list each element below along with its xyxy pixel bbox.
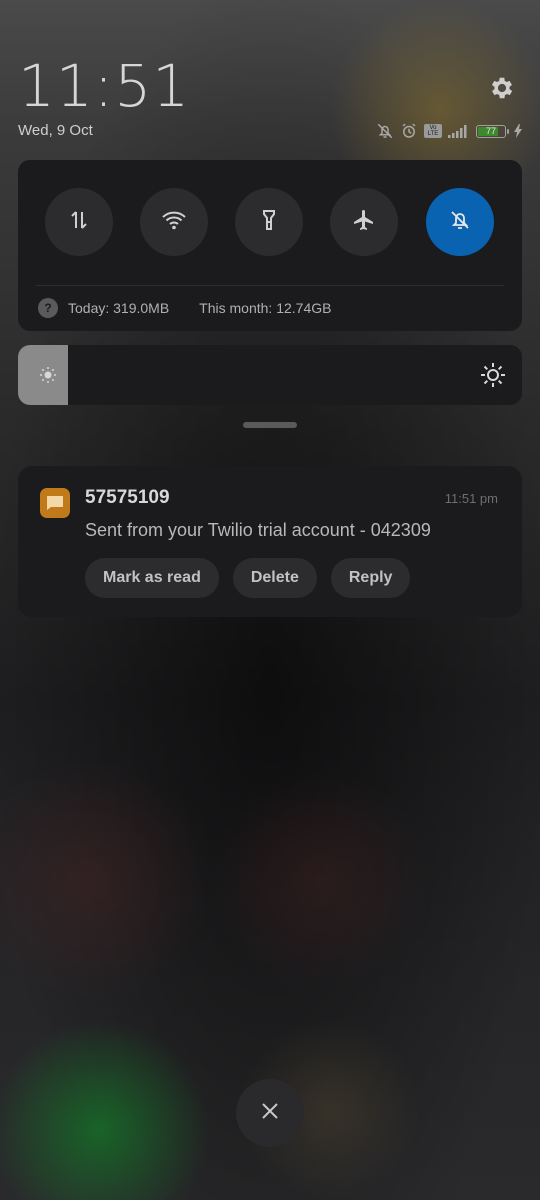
wifi-toggle[interactable] — [140, 188, 208, 256]
charging-icon — [514, 124, 522, 138]
flashlight-icon — [257, 208, 281, 237]
data-today: Today: 319.0MB — [68, 300, 170, 316]
data-usage[interactable]: ? Today: 319.0MB This month: 12.74GB — [38, 298, 331, 318]
gear-icon[interactable] — [488, 74, 516, 102]
drag-handle[interactable] — [243, 422, 297, 428]
flashlight-toggle[interactable] — [235, 188, 303, 256]
bell-off-icon — [376, 122, 394, 140]
data-month: This month: 12.74GB — [199, 300, 332, 316]
silent-mode-toggle[interactable] — [426, 188, 494, 256]
date: Wed, 9 Oct — [18, 122, 93, 139]
mark-as-read-button[interactable]: Mark as read — [85, 558, 219, 598]
wifi-icon — [161, 209, 187, 236]
notification-title: 57575109 — [85, 487, 170, 508]
signal-icon — [448, 124, 470, 138]
message-icon — [40, 488, 70, 518]
quick-settings-panel: ? Today: 319.0MB This month: 12.74GB — [18, 160, 522, 331]
battery-icon: 77 — [476, 124, 509, 138]
notification-actions: Mark as read Delete Reply — [85, 558, 411, 598]
volte-icon: Vo LTE — [424, 124, 442, 138]
bell-off-icon — [448, 208, 472, 237]
clock: 11:51 — [18, 52, 191, 120]
divider — [36, 285, 504, 286]
airplane-icon — [352, 208, 376, 237]
mobile-data-toggle[interactable] — [45, 188, 113, 256]
delete-button[interactable]: Delete — [232, 558, 317, 598]
help-icon: ? — [38, 298, 58, 318]
airplane-mode-toggle[interactable] — [330, 188, 398, 256]
close-icon — [260, 1101, 280, 1126]
brightness-low-icon — [38, 365, 58, 390]
reply-button[interactable]: Reply — [330, 558, 411, 598]
notification-time: 11:51 pm — [444, 491, 498, 506]
notification-body: Sent from your Twilio trial account - 04… — [85, 520, 431, 540]
notification-card[interactable]: 57575109 11:51 pm Sent from your Twilio … — [18, 466, 522, 617]
brightness-high-icon — [480, 362, 506, 393]
battery-level: 77 — [485, 125, 496, 136]
alarm-icon — [400, 122, 418, 140]
status-icons: Vo LTE 77 — [376, 121, 522, 141]
brightness-slider[interactable] — [18, 345, 522, 405]
data-arrows-icon — [67, 208, 91, 237]
clear-notifications-button[interactable] — [236, 1079, 304, 1147]
